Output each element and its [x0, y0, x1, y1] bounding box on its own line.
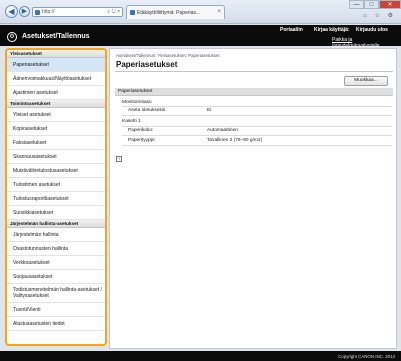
window-maximize-button[interactable]: □	[364, 0, 379, 9]
setting-value: Tavallinen 2 (76–90 g/m2)	[207, 138, 263, 143]
page-title: Paperiasetukset	[116, 60, 178, 69]
edit-button[interactable]: Muokkaa...	[344, 76, 388, 86]
user-label: Kirjaa käyttäjä:	[314, 27, 350, 33]
sidebar-item-fax-settings[interactable]: Faksiasetukset	[7, 136, 105, 150]
sidebar-item-import-export[interactable]: Tuonti/Vienti	[7, 303, 105, 317]
app-header: ⚙ Asetukset/Tallennus Portaaliin Kirjaa …	[0, 25, 401, 49]
setting-value: Automaattinen	[207, 128, 238, 133]
sidebar-item-common-settings[interactable]: Yleiset asetukset	[7, 108, 105, 122]
sidebar-item-system-management[interactable]: Järjestelmän hallinta	[7, 228, 105, 242]
back-arrow-icon[interactable]: ◀	[5, 5, 18, 18]
browser-tab[interactable]: Etäkäyttöliittymä: Paperias... ×	[126, 5, 225, 19]
setting-label: Paperityyppi:	[128, 138, 156, 143]
sidebar-item-init-info[interactable]: Alustusasetusten tiedot	[7, 317, 105, 331]
footer-bar: Copyright CANON INC. 2014	[0, 351, 401, 361]
window-minimize-button[interactable]: —	[349, 0, 364, 9]
title-divider	[115, 71, 393, 72]
window-close-button[interactable]: ✕	[379, 0, 401, 9]
logout-link[interactable]: Kirjaudu ulos	[356, 27, 388, 33]
address-url: http://	[42, 9, 55, 15]
sidebar-item-volume-display[interactable]: Äänenvoimakkuus/Näyttöasetukset	[7, 72, 105, 86]
sidebar-item-copy-settings[interactable]: Kopioasetukset	[7, 122, 105, 136]
sidebar-item-printer-settings[interactable]: Tulostimen asetukset	[7, 178, 105, 192]
sidebar-section-function: Toimintoasetukset	[7, 100, 105, 108]
row-divider	[122, 135, 392, 136]
sidebar-item-department-id[interactable]: Osastotunnusten hallinta	[7, 242, 105, 256]
settings-sidebar: Yleisasetukset Paperiasetukset Äänenvoim…	[5, 48, 107, 346]
breadcrumb: Asetukset/Tallennus: Yleisasetukset: Pap…	[116, 53, 220, 58]
site-favicon-icon	[35, 10, 40, 15]
app-title: Asetukset/Tallennus	[22, 33, 90, 40]
browser-toolbar-icons[interactable]: ⌂ ☆ ⚙	[363, 12, 396, 19]
sidebar-item-memory-print-settings[interactable]: Muistivälinetulostusasetukset	[7, 164, 105, 178]
main-panel: Asetukset/Tallennus: Yleisasetukset: Pap…	[109, 48, 397, 349]
setting-group-label: Kasetti 1	[122, 119, 141, 124]
portal-link[interactable]: Portaaliin	[280, 27, 303, 33]
settings-logo-icon: ⚙	[7, 32, 17, 42]
tab-title: Etäkäyttöliittymä: Paperias...	[137, 10, 201, 16]
section-header: Paperiasetukset	[115, 88, 393, 96]
sidebar-item-paper-settings[interactable]: Paperiasetukset	[7, 58, 105, 72]
sidebar-item-timer-settings[interactable]: Ajastimen asetukset	[7, 86, 105, 100]
sidebar-item-auth-settings[interactable]: Todistusmenetelmän hallinta-asetukset / …	[7, 284, 105, 303]
sidebar-item-scan-settings[interactable]: Skannausasetukset	[7, 150, 105, 164]
sidebar-item-favorite-settings[interactable]: Suosikkiasetukset	[7, 206, 105, 220]
setting-label: Paperikoko:	[128, 128, 154, 133]
sidebar-section-system: Järjestelmän hallinta-asetukset	[7, 220, 105, 228]
setting-value: Ei	[207, 108, 212, 113]
row-divider	[122, 145, 392, 146]
forward-arrow-icon[interactable]: ▶	[19, 6, 30, 17]
copyright-text: Copyright CANON INC. 2014	[338, 354, 395, 359]
address-tools-icons[interactable]: ⌕ ↻ ×	[107, 9, 120, 15]
row-divider	[122, 106, 392, 107]
setting-label: Aseta oletukseksi:	[128, 108, 167, 113]
browser-toolbar: ◀ ▶ http:// ⌕ ↻ × Etäkäyttöliittymä: Pap…	[0, 0, 401, 24]
sidebar-section-general: Yleisasetukset	[7, 50, 105, 58]
address-bar[interactable]: http:// ⌕ ↻ ×	[32, 7, 123, 17]
row-divider	[122, 126, 392, 127]
row-divider	[122, 115, 392, 116]
sidebar-item-network-settings[interactable]: Verkkoasetukset	[7, 256, 105, 270]
sidebar-item-security-settings[interactable]: Suojausasetukset	[7, 270, 105, 284]
sidebar-item-report-settings[interactable]: Tulostusraporttiasetukset	[7, 192, 105, 206]
tab-favicon-icon	[130, 10, 135, 15]
tab-close-icon[interactable]: ×	[217, 9, 221, 15]
setting-group-label: Monitoimitaso	[122, 100, 152, 105]
page-top-icon[interactable]: ↑	[116, 156, 122, 162]
